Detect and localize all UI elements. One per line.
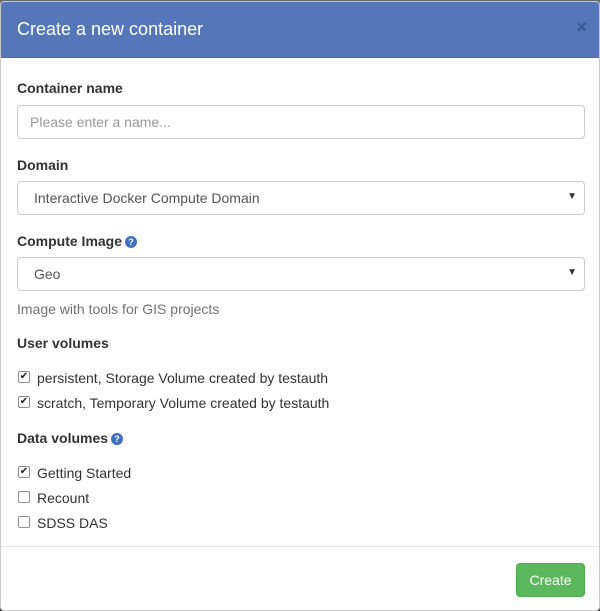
user-volume-label: persistent, Storage Volume created by te… bbox=[37, 370, 329, 386]
data-volume-option[interactable]: SDSS DAS bbox=[1, 513, 584, 538]
compute-image-label: Compute Image? bbox=[17, 231, 584, 251]
compute-image-select[interactable]: Geo ▼ bbox=[17, 257, 585, 291]
user-volume-checkbox-scratch[interactable]: ✔ bbox=[18, 396, 30, 408]
compute-image-help-text: Image with tools for GIS projects bbox=[17, 301, 220, 317]
container-name-label: Container name bbox=[17, 80, 123, 96]
dialog-body: Container name Domain Interactive Docker… bbox=[1, 78, 599, 538]
user-volumes-list: ✔ persistent, Storage Volume created by … bbox=[1, 368, 584, 418]
user-volume-option[interactable]: ✔ scratch, Temporary Volume created by t… bbox=[1, 393, 584, 418]
domain-select[interactable]: Interactive Docker Compute Domain ▼ bbox=[17, 181, 585, 215]
create-container-dialog: Create a new container × Container name … bbox=[0, 1, 600, 611]
data-volume-label: Getting Started bbox=[37, 465, 132, 481]
data-volume-option[interactable]: ✔ Getting Started bbox=[1, 463, 584, 488]
caret-down-icon: ▼ bbox=[567, 191, 577, 202]
question-circle-icon[interactable]: ? bbox=[111, 433, 124, 445]
close-button[interactable]: × bbox=[576, 17, 587, 37]
caret-down-icon: ▼ bbox=[567, 267, 577, 278]
dialog-title: Create a new container bbox=[17, 19, 204, 39]
data-volumes-label-text: Data volumes bbox=[17, 430, 109, 446]
user-volume-label: scratch, Temporary Volume created by tes… bbox=[37, 395, 330, 411]
dialog-header: Create a new container × bbox=[1, 2, 599, 58]
data-volume-checkbox-sdss-das[interactable] bbox=[18, 516, 30, 528]
data-volumes-list: ✔ Getting Started Recount SDSS DAS bbox=[1, 463, 584, 538]
compute-image-select-value: Geo bbox=[34, 266, 61, 282]
data-volume-label: SDSS DAS bbox=[37, 515, 108, 531]
data-volume-checkbox-getting-started[interactable]: ✔ bbox=[18, 466, 30, 478]
data-volumes-label: Data volumes? bbox=[17, 428, 584, 448]
data-volume-option[interactable]: Recount bbox=[1, 488, 584, 513]
question-circle-icon[interactable]: ? bbox=[125, 236, 138, 248]
domain-select-value: Interactive Docker Compute Domain bbox=[34, 190, 260, 206]
compute-image-label-text: Compute Image bbox=[17, 233, 123, 249]
user-volumes-label: User volumes bbox=[17, 335, 109, 351]
user-volume-checkbox-persistent[interactable]: ✔ bbox=[18, 371, 30, 383]
data-volume-checkbox-recount[interactable] bbox=[18, 491, 30, 503]
domain-label: Domain bbox=[17, 157, 69, 173]
create-button[interactable]: Create bbox=[516, 563, 585, 597]
data-volume-label: Recount bbox=[37, 490, 90, 506]
user-volume-option[interactable]: ✔ persistent, Storage Volume created by … bbox=[1, 368, 584, 393]
container-name-input[interactable] bbox=[17, 105, 585, 139]
dialog-footer: Create bbox=[1, 546, 599, 610]
